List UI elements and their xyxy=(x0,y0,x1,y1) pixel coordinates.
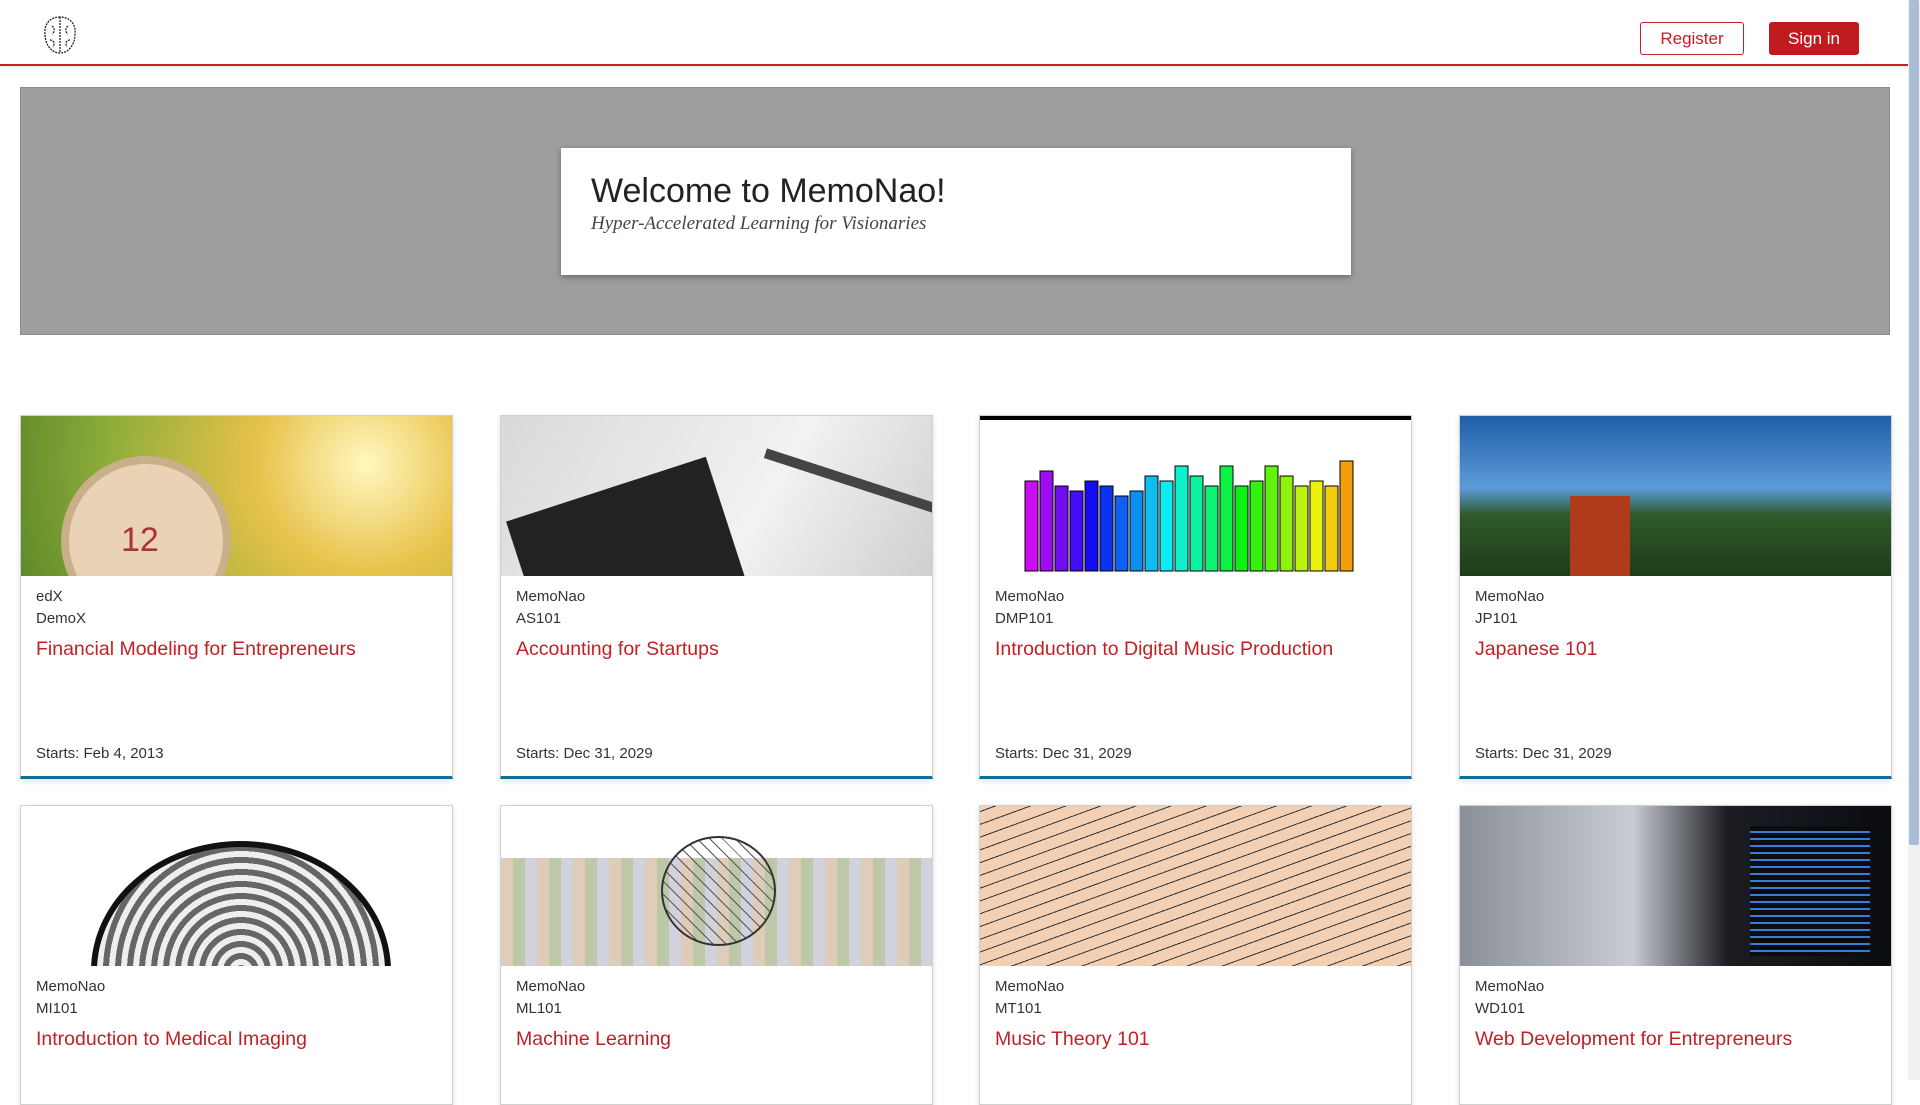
course-card[interactable]: 12 edX DemoX Financial Modeling for Entr… xyxy=(20,415,453,779)
course-title[interactable]: Japanese 101 xyxy=(1475,638,1876,661)
course-start-date: Starts: Dec 31, 2029 xyxy=(516,745,653,762)
equalizer-bar xyxy=(1189,475,1204,572)
equalizer-bar xyxy=(1264,465,1279,572)
course-title[interactable]: Introduction to Medical Imaging xyxy=(36,1028,437,1051)
equalizer-bar xyxy=(1039,470,1054,572)
equalizer-bar xyxy=(1249,480,1264,572)
equalizer-bar xyxy=(1129,490,1144,572)
equalizer-bar xyxy=(1024,480,1039,572)
equalizer-bar xyxy=(1114,495,1129,572)
course-image[interactable] xyxy=(980,416,1411,576)
course-image[interactable]: 12 xyxy=(21,416,452,576)
equalizer-bar xyxy=(1174,465,1189,572)
course-card[interactable]: MemoNao DMP101 Introduction to Digital M… xyxy=(979,415,1412,779)
hero-banner: Welcome to MemoNao! Hyper-Accelerated Le… xyxy=(20,87,1890,335)
course-org: edX xyxy=(36,588,63,605)
top-nav: Register Sign in xyxy=(0,0,1908,66)
equalizer-bar xyxy=(1324,485,1339,572)
equalizer-bar xyxy=(1159,480,1174,572)
course-code: JP101 xyxy=(1475,610,1518,627)
equalizer-bar xyxy=(1339,460,1354,572)
course-code: MI101 xyxy=(36,1000,78,1017)
course-image[interactable] xyxy=(1460,416,1891,576)
register-button[interactable]: Register xyxy=(1640,22,1744,55)
course-image[interactable] xyxy=(21,806,452,966)
equalizer-bar xyxy=(1309,480,1324,572)
equalizer-bar xyxy=(1054,485,1069,572)
equalizer-bar xyxy=(1234,485,1249,572)
course-start-date: Starts: Feb 4, 2013 xyxy=(36,745,164,762)
course-title[interactable]: Accounting for Startups xyxy=(516,638,917,661)
course-card[interactable]: MemoNao ML101 Machine Learning xyxy=(500,805,933,1105)
course-code: WD101 xyxy=(1475,1000,1526,1017)
course-image[interactable] xyxy=(501,806,932,966)
course-code: DMP101 xyxy=(995,610,1054,627)
course-title[interactable]: Machine Learning xyxy=(516,1028,917,1051)
course-org: MemoNao xyxy=(516,978,586,995)
course-org: MemoNao xyxy=(995,588,1065,605)
sign-in-button[interactable]: Sign in xyxy=(1769,22,1859,55)
hero-subtitle: Hyper-Accelerated Learning for Visionari… xyxy=(591,213,927,234)
course-start-date: Starts: Dec 31, 2029 xyxy=(995,745,1132,762)
scrollbar[interactable] xyxy=(1908,0,1920,1080)
equalizer-bar xyxy=(1084,480,1099,572)
course-start-date: Starts: Dec 31, 2029 xyxy=(1475,745,1612,762)
course-image[interactable] xyxy=(980,806,1411,966)
equalizer-bar xyxy=(1219,465,1234,572)
course-code: ML101 xyxy=(516,1000,562,1017)
course-org: MemoNao xyxy=(516,588,586,605)
scrollbar-thumb[interactable] xyxy=(1909,0,1919,845)
hero-title: Welcome to MemoNao! xyxy=(591,172,946,210)
course-card[interactable]: MemoNao MI101 Introduction to Medical Im… xyxy=(20,805,453,1105)
course-org: MemoNao xyxy=(995,978,1065,995)
course-org: MemoNao xyxy=(1475,978,1545,995)
course-image[interactable] xyxy=(1460,806,1891,966)
course-org: MemoNao xyxy=(36,978,106,995)
course-title[interactable]: Music Theory 101 xyxy=(995,1028,1396,1051)
course-org: MemoNao xyxy=(1475,588,1545,605)
equalizer-bar xyxy=(1144,475,1159,572)
equalizer-bar xyxy=(1204,485,1219,572)
course-card[interactable]: MemoNao WD101 Web Development for Entrep… xyxy=(1459,805,1892,1105)
welcome-card: Welcome to MemoNao! Hyper-Accelerated Le… xyxy=(561,148,1351,275)
equalizer-bar xyxy=(1294,485,1309,572)
equalizer-bar xyxy=(1279,475,1294,572)
equalizer-bar xyxy=(1069,490,1084,572)
course-code: MT101 xyxy=(995,1000,1042,1017)
brain-logo-icon[interactable] xyxy=(40,14,80,56)
course-title[interactable]: Introduction to Digital Music Production xyxy=(995,638,1396,661)
course-code: AS101 xyxy=(516,610,562,627)
course-code: DemoX xyxy=(36,610,87,627)
course-card[interactable]: MemoNao AS101 Accounting for Startups St… xyxy=(500,415,933,779)
equalizer-bar xyxy=(1099,485,1114,572)
course-card[interactable]: MemoNao MT101 Music Theory 101 xyxy=(979,805,1412,1105)
course-title[interactable]: Financial Modeling for Entrepreneurs xyxy=(36,638,437,661)
course-card[interactable]: MemoNao JP101 Japanese 101 Starts: Dec 3… xyxy=(1459,415,1892,779)
course-image[interactable] xyxy=(501,416,932,576)
course-title[interactable]: Web Development for Entrepreneurs xyxy=(1475,1028,1876,1051)
